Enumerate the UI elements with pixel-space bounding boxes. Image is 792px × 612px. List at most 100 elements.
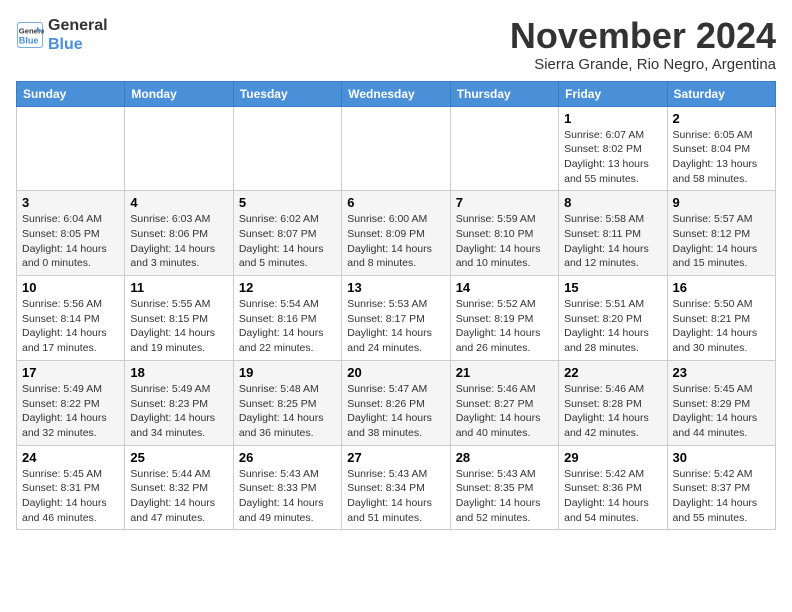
calendar-cell: 7 Sunrise: 5:59 AM Sunset: 8:10 PM Daylig…	[450, 191, 558, 276]
day-info: Sunrise: 5:43 AM Sunset: 8:35 PM Dayligh…	[456, 467, 553, 526]
day-number: 25	[130, 450, 227, 465]
day-info: Sunrise: 5:58 AM Sunset: 8:11 PM Dayligh…	[564, 212, 661, 271]
calendar-cell: 22 Sunrise: 5:46 AM Sunset: 8:28 PM Dayli…	[559, 360, 667, 445]
day-info: Sunrise: 6:00 AM Sunset: 8:09 PM Dayligh…	[347, 212, 444, 271]
calendar-cell: 2 Sunrise: 6:05 AM Sunset: 8:04 PM Daylig…	[667, 106, 775, 191]
day-number: 3	[22, 195, 119, 210]
calendar-cell: 13 Sunrise: 5:53 AM Sunset: 8:17 PM Dayli…	[342, 276, 450, 361]
calendar-cell: 14Sunrise: 5:52 AM Sunset: 8:19 PM Dayli…	[450, 276, 558, 361]
day-number: 10	[22, 280, 119, 295]
day-number: 1	[564, 111, 661, 126]
calendar-week-2: 3 Sunrise: 6:04 AM Sunset: 8:05 PM Daylig…	[17, 191, 776, 276]
day-info: Sunrise: 5:51 AM Sunset: 8:20 PM Dayligh…	[564, 297, 661, 356]
day-number: 29	[564, 450, 661, 465]
day-info: Sunrise: 5:48 AM Sunset: 8:25 PM Dayligh…	[239, 382, 336, 441]
calendar-cell: 15 Sunrise: 5:51 AM Sunset: 8:20 PM Dayli…	[559, 276, 667, 361]
calendar-cell	[233, 106, 341, 191]
day-number: 15	[564, 280, 661, 295]
day-info: Sunrise: 6:05 AM Sunset: 8:04 PM Dayligh…	[673, 128, 770, 187]
day-info: Sunrise: 5:42 AM Sunset: 8:36 PM Dayligh…	[564, 467, 661, 526]
calendar-cell: 18 Sunrise: 5:49 AM Sunset: 8:23 PM Dayli…	[125, 360, 233, 445]
day-number: 11	[130, 280, 227, 295]
svg-text:Blue: Blue	[19, 36, 39, 46]
day-info: Sunrise: 5:54 AM Sunset: 8:16 PM Dayligh…	[239, 297, 336, 356]
day-number: 26	[239, 450, 336, 465]
calendar-week-3: 10 Sunrise: 5:56 AM Sunset: 8:14 PM Dayli…	[17, 276, 776, 361]
day-info: Sunrise: 5:53 AM Sunset: 8:17 PM Dayligh…	[347, 297, 444, 356]
day-number: 19	[239, 365, 336, 380]
calendar-week-4: 17Sunrise: 5:49 AM Sunset: 8:22 PM Dayli…	[17, 360, 776, 445]
calendar-cell: 23Sunrise: 5:45 AM Sunset: 8:29 PM Dayli…	[667, 360, 775, 445]
calendar-cell: 25 Sunrise: 5:44 AM Sunset: 8:32 PM Dayli…	[125, 445, 233, 530]
day-info: Sunrise: 5:50 AM Sunset: 8:21 PM Dayligh…	[673, 297, 770, 356]
day-info: Sunrise: 5:46 AM Sunset: 8:28 PM Dayligh…	[564, 382, 661, 441]
calendar-cell: 29 Sunrise: 5:42 AM Sunset: 8:36 PM Dayli…	[559, 445, 667, 530]
day-number: 22	[564, 365, 661, 380]
day-info: Sunrise: 5:43 AM Sunset: 8:33 PM Dayligh…	[239, 467, 336, 526]
day-number: 12	[239, 280, 336, 295]
day-info: Sunrise: 5:46 AM Sunset: 8:27 PM Dayligh…	[456, 382, 553, 441]
weekday-header-tuesday: Tuesday	[233, 81, 341, 106]
day-number: 9	[673, 195, 770, 210]
day-info: Sunrise: 6:04 AM Sunset: 8:05 PM Dayligh…	[22, 212, 119, 271]
calendar-cell: 24 Sunrise: 5:45 AM Sunset: 8:31 PM Dayli…	[17, 445, 125, 530]
calendar-cell: 11 Sunrise: 5:55 AM Sunset: 8:15 PM Dayli…	[125, 276, 233, 361]
day-number: 4	[130, 195, 227, 210]
calendar-cell: 17Sunrise: 5:49 AM Sunset: 8:22 PM Dayli…	[17, 360, 125, 445]
weekday-header-friday: Friday	[559, 81, 667, 106]
day-info: Sunrise: 5:44 AM Sunset: 8:32 PM Dayligh…	[130, 467, 227, 526]
calendar-cell: 28 Sunrise: 5:43 AM Sunset: 8:35 PM Dayli…	[450, 445, 558, 530]
weekday-header-wednesday: Wednesday	[342, 81, 450, 106]
day-info: Sunrise: 5:55 AM Sunset: 8:15 PM Dayligh…	[130, 297, 227, 356]
day-info: Sunrise: 5:47 AM Sunset: 8:26 PM Dayligh…	[347, 382, 444, 441]
day-number: 6	[347, 195, 444, 210]
day-info: Sunrise: 5:45 AM Sunset: 8:31 PM Dayligh…	[22, 467, 119, 526]
day-number: 2	[673, 111, 770, 126]
day-number: 5	[239, 195, 336, 210]
calendar-week-1: 1 Sunrise: 6:07 AM Sunset: 8:02 PM Daylig…	[17, 106, 776, 191]
calendar-cell: 20Sunrise: 5:47 AM Sunset: 8:26 PM Dayli…	[342, 360, 450, 445]
calendar-cell: 30 Sunrise: 5:42 AM Sunset: 8:37 PM Dayli…	[667, 445, 775, 530]
page-header: General Blue General Blue November 2024 …	[16, 16, 776, 73]
day-number: 30	[673, 450, 770, 465]
logo-icon: General Blue	[16, 21, 44, 49]
weekday-header-thursday: Thursday	[450, 81, 558, 106]
calendar-cell: 12 Sunrise: 5:54 AM Sunset: 8:16 PM Dayli…	[233, 276, 341, 361]
day-info: Sunrise: 5:49 AM Sunset: 8:23 PM Dayligh…	[130, 382, 227, 441]
day-info: Sunrise: 5:56 AM Sunset: 8:14 PM Dayligh…	[22, 297, 119, 356]
day-info: Sunrise: 5:42 AM Sunset: 8:37 PM Dayligh…	[673, 467, 770, 526]
day-number: 18	[130, 365, 227, 380]
calendar-cell: 10 Sunrise: 5:56 AM Sunset: 8:14 PM Dayli…	[17, 276, 125, 361]
day-number: 28	[456, 450, 553, 465]
calendar-cell: 5 Sunrise: 6:02 AM Sunset: 8:07 PM Daylig…	[233, 191, 341, 276]
day-number: 7	[456, 195, 553, 210]
day-info: Sunrise: 5:59 AM Sunset: 8:10 PM Dayligh…	[456, 212, 553, 271]
calendar-cell: 8Sunrise: 5:58 AM Sunset: 8:11 PM Daylig…	[559, 191, 667, 276]
calendar-cell: 21Sunrise: 5:46 AM Sunset: 8:27 PM Dayli…	[450, 360, 558, 445]
logo: General Blue General Blue	[16, 16, 108, 54]
day-number: 16	[673, 280, 770, 295]
day-number: 13	[347, 280, 444, 295]
calendar-cell: 16 Sunrise: 5:50 AM Sunset: 8:21 PM Dayli…	[667, 276, 775, 361]
day-info: Sunrise: 6:07 AM Sunset: 8:02 PM Dayligh…	[564, 128, 661, 187]
calendar-cell	[342, 106, 450, 191]
page-subtitle: Sierra Grande, Rio Negro, Argentina	[510, 56, 776, 73]
day-info: Sunrise: 5:57 AM Sunset: 8:12 PM Dayligh…	[673, 212, 770, 271]
calendar-cell	[450, 106, 558, 191]
day-info: Sunrise: 5:52 AM Sunset: 8:19 PM Dayligh…	[456, 297, 553, 356]
calendar-cell: 4Sunrise: 6:03 AM Sunset: 8:06 PM Daylig…	[125, 191, 233, 276]
calendar-cell: 19 Sunrise: 5:48 AM Sunset: 8:25 PM Dayli…	[233, 360, 341, 445]
page-title: November 2024	[510, 16, 776, 56]
day-number: 24	[22, 450, 119, 465]
day-info: Sunrise: 6:02 AM Sunset: 8:07 PM Dayligh…	[239, 212, 336, 271]
calendar-cell	[17, 106, 125, 191]
weekday-header-saturday: Saturday	[667, 81, 775, 106]
day-number: 23	[673, 365, 770, 380]
calendar-cell: 9 Sunrise: 5:57 AM Sunset: 8:12 PM Daylig…	[667, 191, 775, 276]
logo-text-blue: Blue	[48, 35, 108, 54]
day-info: Sunrise: 5:43 AM Sunset: 8:34 PM Dayligh…	[347, 467, 444, 526]
title-block: November 2024 Sierra Grande, Rio Negro, …	[510, 16, 776, 73]
calendar-cell: 6 Sunrise: 6:00 AM Sunset: 8:09 PM Daylig…	[342, 191, 450, 276]
day-number: 27	[347, 450, 444, 465]
calendar-week-5: 24 Sunrise: 5:45 AM Sunset: 8:31 PM Dayli…	[17, 445, 776, 530]
